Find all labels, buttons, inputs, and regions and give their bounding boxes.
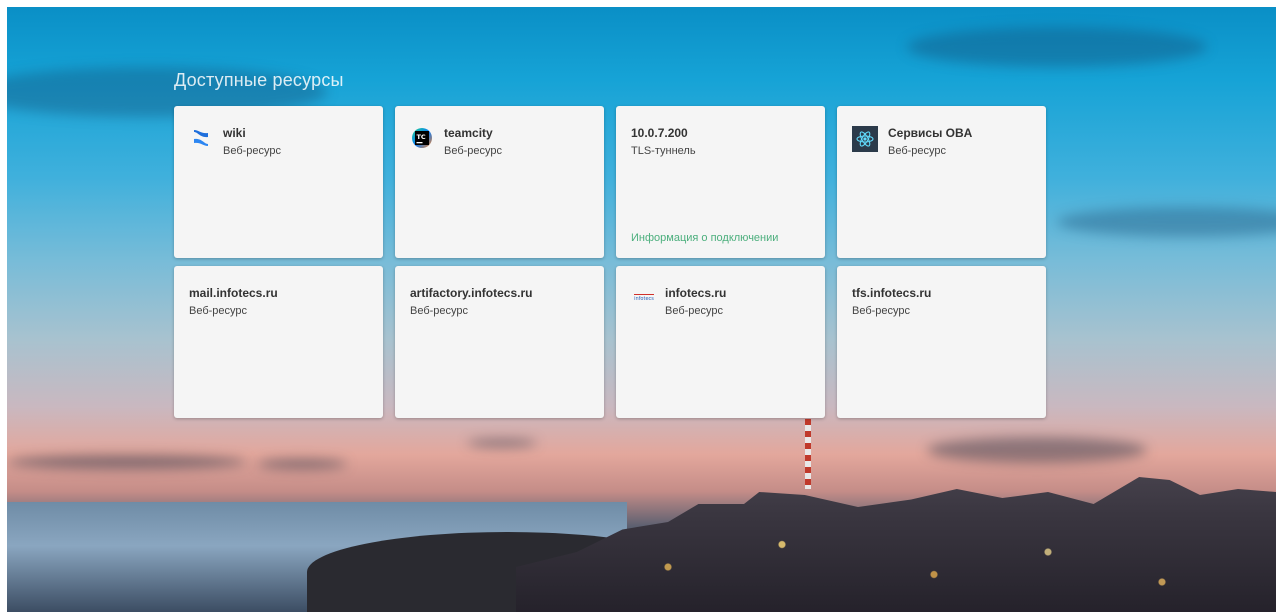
resource-card-tfs[interactable]: tfs.infotecs.ru Веб-ресурс bbox=[837, 266, 1046, 418]
cloud bbox=[7, 455, 247, 469]
resource-card-wiki[interactable]: wiki Веб-ресурс bbox=[174, 106, 383, 258]
resource-name: teamcity bbox=[444, 126, 493, 140]
resource-name: mail.infotecs.ru bbox=[189, 286, 278, 300]
cloud bbox=[927, 437, 1147, 463]
card-header: artifactory.infotecs.ru Веб-ресурс bbox=[395, 266, 604, 319]
resource-card-artifactory[interactable]: artifactory.infotecs.ru Веб-ресурс bbox=[395, 266, 604, 418]
card-header: 10.0.7.200 TLS-туннель bbox=[616, 106, 825, 159]
resource-type: Веб-ресурс bbox=[223, 145, 282, 157]
resource-name: 10.0.7.200 bbox=[631, 126, 688, 140]
infotecs-logo-text: infotecs bbox=[634, 294, 654, 302]
cloud bbox=[1057, 207, 1276, 237]
cloud bbox=[257, 459, 347, 469]
resource-type: Веб-ресурс bbox=[444, 145, 503, 157]
connection-info-link[interactable]: Информация о подключении bbox=[631, 232, 778, 244]
resource-grid: wiki Веб-ресурс TC teamcity Веб-ресурс 1… bbox=[174, 106, 1046, 418]
card-text: teamcity Веб-ресурс bbox=[444, 126, 502, 159]
resource-card-tls-tunnel[interactable]: 10.0.7.200 TLS-туннель Информация о подк… bbox=[616, 106, 825, 258]
card-text: infotecs.ru Веб-ресурс bbox=[665, 286, 726, 319]
resource-name: tfs.infotecs.ru bbox=[852, 286, 932, 300]
cloud bbox=[907, 27, 1207, 67]
radio-tower bbox=[805, 419, 811, 489]
card-text: Сервисы OBA Веб-ресурс bbox=[888, 126, 972, 159]
resource-type: Веб-ресурс bbox=[410, 305, 469, 317]
resource-card-mail[interactable]: mail.infotecs.ru Веб-ресурс bbox=[174, 266, 383, 418]
city-skyline bbox=[516, 477, 1276, 612]
card-header: Сервисы OBA Веб-ресурс bbox=[837, 106, 1046, 159]
cloud bbox=[467, 439, 537, 447]
card-header: TC teamcity Веб-ресурс bbox=[395, 106, 604, 159]
card-text: 10.0.7.200 TLS-туннель bbox=[631, 126, 696, 159]
resource-type: Веб-ресурс bbox=[189, 305, 248, 317]
card-text: tfs.infotecs.ru Веб-ресурс bbox=[852, 286, 931, 319]
card-text: artifactory.infotecs.ru Веб-ресурс bbox=[410, 286, 532, 319]
resource-card-ova-services[interactable]: Сервисы OBA Веб-ресурс bbox=[837, 106, 1046, 258]
card-header: infotecs infotecs.ru Веб-ресурс bbox=[616, 266, 825, 319]
card-header: mail.infotecs.ru Веб-ресурс bbox=[174, 266, 383, 319]
resource-name: infotecs.ru bbox=[665, 286, 727, 300]
teamcity-icon: TC bbox=[410, 126, 434, 150]
resource-type: TLS-туннель bbox=[631, 145, 696, 157]
react-icon bbox=[852, 126, 878, 152]
card-header: tfs.infotecs.ru Веб-ресурс bbox=[837, 266, 1046, 319]
confluence-icon bbox=[189, 126, 213, 150]
card-text: wiki Веб-ресурс bbox=[223, 126, 281, 159]
svg-text:TC: TC bbox=[417, 133, 426, 141]
resource-type: Веб-ресурс bbox=[665, 305, 724, 317]
resource-name: Сервисы OBA bbox=[888, 126, 973, 140]
resource-card-teamcity[interactable]: TC teamcity Веб-ресурс bbox=[395, 106, 604, 258]
resource-type: Веб-ресурс bbox=[852, 305, 911, 317]
infotecs-logo-icon: infotecs bbox=[631, 286, 657, 310]
resource-name: artifactory.infotecs.ru bbox=[410, 286, 533, 300]
resource-type: Веб-ресурс bbox=[888, 145, 947, 157]
resource-name: wiki bbox=[223, 126, 246, 140]
resource-card-infotecs[interactable]: infotecs infotecs.ru Веб-ресурс bbox=[616, 266, 825, 418]
page-title: Доступные ресурсы bbox=[174, 70, 344, 90]
card-header: wiki Веб-ресурс bbox=[174, 106, 383, 159]
card-text: mail.infotecs.ru Веб-ресурс bbox=[189, 286, 278, 319]
